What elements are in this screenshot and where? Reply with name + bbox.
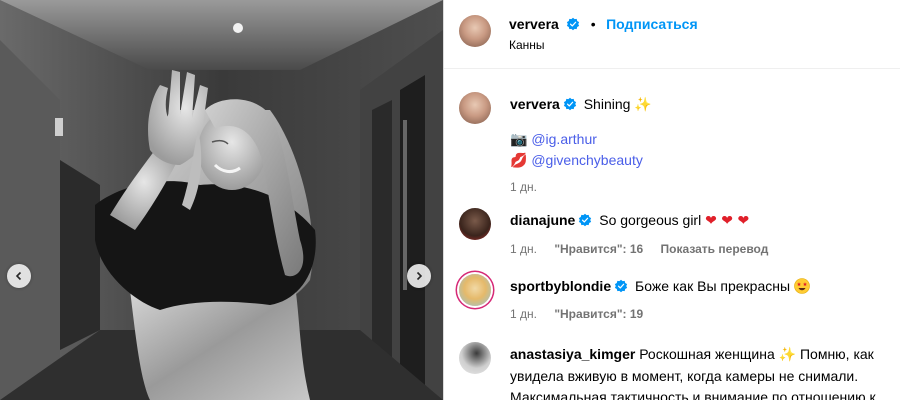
comment-username[interactable]: sportbyblondie (510, 278, 611, 294)
next-media-button[interactable] (407, 264, 431, 288)
sparkle-emoji: ✨ (778, 347, 797, 363)
comment-username[interactable]: dianajune (510, 212, 575, 228)
comments-list[interactable]: ververa Shining ✨ 📷 @ig.arthur 💋 @givenc… (444, 70, 900, 400)
comment-username[interactable]: anastasiya_kimger (510, 346, 635, 362)
camera-emoji: 📷 (510, 132, 528, 148)
commenter-avatar[interactable] (459, 342, 491, 374)
caption-timestamp[interactable]: 1 дн. (510, 180, 537, 194)
verified-badge-icon (579, 213, 592, 227)
comment-likes[interactable]: "Нравится": 19 (554, 307, 643, 321)
show-translation-button[interactable]: Показать перевод (661, 242, 769, 256)
verified-badge-icon (563, 97, 576, 111)
lips-emoji: 💋 (510, 153, 528, 169)
author-avatar[interactable] (459, 92, 491, 124)
comment-timestamp[interactable]: 1 дн. (510, 242, 537, 256)
chevron-right-icon (416, 271, 423, 281)
star-struck-emoji-icon (794, 278, 810, 294)
post-sidebar: ververa • Подписаться Канны ververa Shin… (443, 0, 900, 400)
post-location[interactable]: Канны (509, 38, 545, 52)
caption-text: Shining (583, 96, 631, 112)
commenter-avatar[interactable] (459, 274, 491, 306)
author-username[interactable]: ververa (509, 16, 559, 32)
post-photo (0, 0, 443, 400)
author-avatar[interactable] (459, 15, 491, 47)
prev-media-button[interactable] (7, 264, 31, 288)
commenter-avatar[interactable] (459, 208, 491, 240)
comment-text: Боже как Вы прекрасны (635, 278, 791, 294)
separator-dot: • (590, 16, 596, 32)
mention-link[interactable]: @ig.arthur (531, 131, 597, 147)
comment-timestamp[interactable]: 1 дн. (510, 307, 537, 321)
chevron-left-icon (15, 271, 22, 281)
comment-text: Роскошная женщина (639, 346, 775, 362)
comment-text: So gorgeous girl (599, 212, 702, 228)
caption-username[interactable]: ververa (510, 96, 560, 112)
post-header: ververa • Подписаться Канны (444, 0, 900, 69)
mention-link[interactable]: @givenchybeauty (531, 152, 643, 168)
verified-badge-icon (615, 279, 628, 293)
sparkle-emoji: ✨ (634, 97, 652, 113)
verified-badge-icon (567, 17, 580, 31)
heart-emojis: ❤ ❤ ❤ (705, 213, 750, 229)
post-media[interactable] (0, 0, 443, 400)
comment-likes[interactable]: "Нравится": 16 (554, 242, 643, 256)
follow-button[interactable]: Подписаться (606, 16, 698, 32)
